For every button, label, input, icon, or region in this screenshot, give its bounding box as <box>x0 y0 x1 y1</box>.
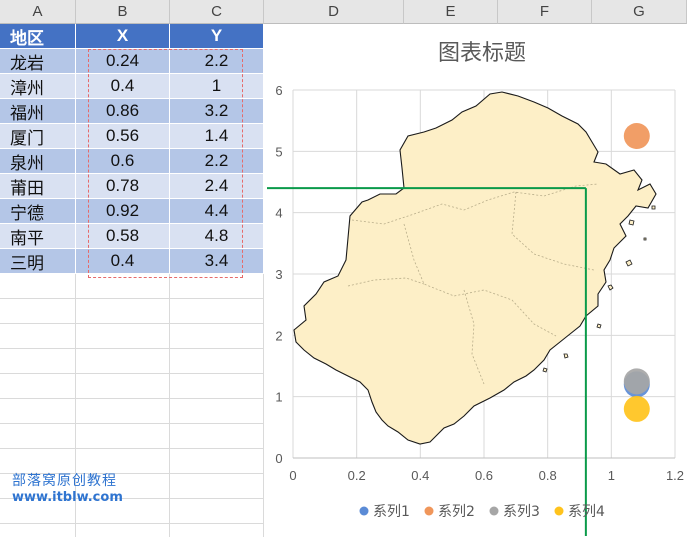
x-tick-label: 0.4 <box>411 468 429 483</box>
grid-line <box>0 398 264 399</box>
y-tick-label: 4 <box>275 206 282 221</box>
x-tick-label: 0.2 <box>348 468 366 483</box>
y-tick-label: 2 <box>275 328 282 343</box>
chart-title[interactable]: 图表标题 <box>438 41 526 66</box>
legend-marker <box>554 506 564 516</box>
table-cell-region[interactable]: 南平 <box>0 224 76 249</box>
table-cell-region[interactable]: 龙岩 <box>0 49 76 74</box>
chart-legend[interactable]: 系列1 系列2 系列3 系列4 <box>359 504 605 520</box>
x-tick-label: 0.6 <box>475 468 493 483</box>
table-cell-region[interactable]: 三明 <box>0 249 76 274</box>
column-header-g[interactable]: G <box>592 0 687 24</box>
column-header-b[interactable]: B <box>76 0 170 24</box>
watermark: 部落窝原创教程 www.itblw.com <box>12 471 123 507</box>
watermark-text: 部落窝原创教程 <box>12 472 117 488</box>
map-region <box>293 91 657 445</box>
grid-line <box>0 448 264 449</box>
y-tick-label: 5 <box>275 144 282 159</box>
watermark-url: www.itblw.com <box>12 490 123 505</box>
grid-line <box>0 373 264 374</box>
scatter-point-series-4[interactable] <box>623 395 650 422</box>
table-cell-region[interactable]: 泉州 <box>0 149 76 174</box>
column-header-c[interactable]: C <box>170 0 264 24</box>
table-cell-region[interactable]: 厦门 <box>0 124 76 149</box>
table-cell-region[interactable]: 福州 <box>0 99 76 124</box>
scatter-point-series-2[interactable] <box>623 123 650 149</box>
table-header-region[interactable]: 地区 <box>0 24 76 49</box>
y-tick-label: 6 <box>275 83 282 98</box>
legend-label[interactable]: 系列3 <box>503 504 540 520</box>
legend-marker <box>359 506 369 516</box>
fujian-map-image <box>293 91 657 445</box>
legend-label[interactable]: 系列2 <box>438 504 475 520</box>
chart-points <box>623 123 650 422</box>
grid-line <box>0 523 264 524</box>
table-cell-region[interactable]: 漳州 <box>0 74 76 99</box>
scatter-chart[interactable]: 图表标题 0 0.2 0.4 0.6 0.8 1 1.2 0 1 2 3 4 5 6 系列1 系列2 系列3 系… <box>264 24 687 537</box>
legend-marker <box>424 506 434 516</box>
grid-line <box>0 423 264 424</box>
x-tick-label: 0 <box>289 468 296 483</box>
legend-marker <box>489 506 499 516</box>
legend-label[interactable]: 系列1 <box>373 504 410 520</box>
column-header-f[interactable]: F <box>498 0 592 24</box>
table-header-x[interactable]: X <box>76 24 170 49</box>
y-tick-label: 0 <box>275 451 282 466</box>
column-header-d[interactable]: D <box>264 0 404 24</box>
table-cell-region[interactable]: 莆田 <box>0 174 76 199</box>
column-header-a[interactable]: A <box>0 0 76 24</box>
legend-label[interactable]: 系列4 <box>568 504 605 520</box>
column-header-e[interactable]: E <box>404 0 498 24</box>
x-tick-label: 1.2 <box>666 468 684 483</box>
scatter-point-series-3[interactable] <box>623 368 650 395</box>
selection-marquee <box>88 49 243 278</box>
x-tick-label: 1 <box>608 468 615 483</box>
y-tick-label: 1 <box>275 390 282 405</box>
table-cell-region[interactable]: 宁德 <box>0 199 76 224</box>
grid-line <box>0 298 264 299</box>
grid-line <box>0 348 264 349</box>
y-tick-label: 3 <box>275 267 282 282</box>
table-header-y[interactable]: Y <box>170 24 264 49</box>
x-tick-label: 0.8 <box>539 468 557 483</box>
grid-line <box>0 323 264 324</box>
